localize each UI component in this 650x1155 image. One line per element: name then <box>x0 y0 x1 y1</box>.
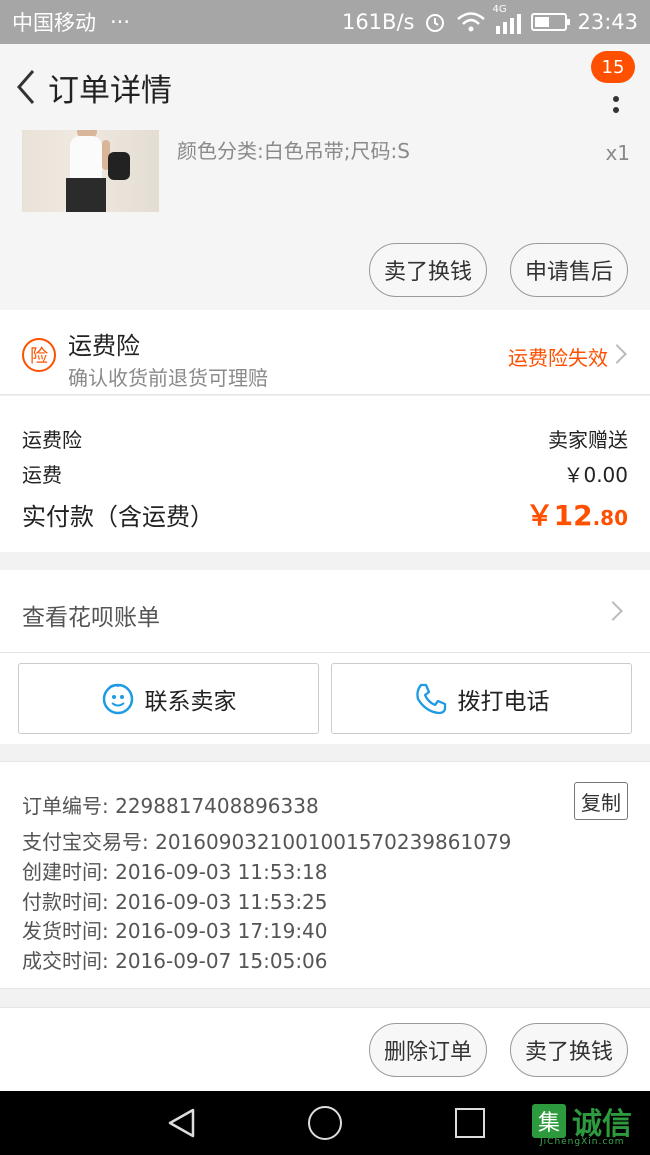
product-thumbnail[interactable] <box>22 130 159 212</box>
phone-icon <box>415 683 446 714</box>
total-paid-label: 实付款（含运费） <box>22 503 214 531</box>
watermark-logo: 集 <box>532 1104 566 1138</box>
net-speed: 161B/s <box>341 10 415 34</box>
huabei-bill-row[interactable]: 查看花呗账单 <box>0 570 650 653</box>
delete-order-button[interactable]: 删除订单 <box>369 1023 487 1077</box>
carrier-name: 中国移动 <box>12 11 96 35</box>
insurance-title: 运费险 <box>68 332 140 360</box>
chat-face-icon <box>102 683 133 714</box>
product-quantity: x1 <box>605 141 630 165</box>
clock: 23:43 <box>577 10 638 34</box>
sell-for-cash-button[interactable]: 卖了换钱 <box>369 243 487 297</box>
copy-button[interactable]: 复制 <box>574 782 628 820</box>
shipping-value: ￥0.00 <box>563 463 628 487</box>
order-info: 订单编号: 2298817408896338 复制 支付宝交易号: 201609… <box>0 761 650 989</box>
product-sku: 颜色分类:白色吊带;尺码:S <box>177 139 410 163</box>
completed-time: 成交时间: 2016-09-07 15:05:06 <box>22 949 328 973</box>
created-time: 创建时间: 2016-09-03 11:53:18 <box>22 860 328 884</box>
alarm-icon <box>426 14 445 32</box>
more-menu-icon[interactable] <box>612 84 620 114</box>
call-phone-button[interactable]: 拨打电话 <box>331 663 632 734</box>
contact-seller-label: 联系卖家 <box>144 688 237 715</box>
page-title: 订单详情 <box>48 72 172 109</box>
insurance-label: 运费险 <box>22 428 82 452</box>
insurance-subtitle: 确认收货前退货可理赔 <box>68 366 268 390</box>
chevron-right-icon <box>607 344 627 364</box>
notification-dots: ··· <box>110 10 131 34</box>
app-header: 订单详情 15 <box>0 44 650 130</box>
watermark-subtext: JiChengXin.com <box>540 1137 625 1147</box>
battery-icon <box>531 13 571 31</box>
insurance-value: 卖家赠送 <box>548 428 628 452</box>
shipping-label: 运费 <box>22 463 62 487</box>
alipay-trade-number: 支付宝交易号: 2016090321001001570239861079 <box>22 830 512 854</box>
insurance-status: 运费险失效 <box>508 346 608 370</box>
chevron-right-icon <box>603 601 623 621</box>
total-paid-value: ￥12.80 <box>525 499 628 532</box>
cost-summary: 运费险 卖家赠送 运费 ￥0.00 实付款（含运费） ￥12.80 <box>0 396 650 552</box>
call-phone-label: 拨打电话 <box>457 688 550 715</box>
order-number: 订单编号: 2298817408896338 <box>22 794 319 818</box>
status-bar: 中国移动 ··· 161B/s 4G 23:43 <box>0 0 650 44</box>
contact-actions: 联系卖家 拨打电话 <box>0 653 650 744</box>
sell-for-cash-button-bottom[interactable]: 卖了换钱 <box>510 1023 628 1077</box>
product-card[interactable]: 颜色分类:白色吊带;尺码:S x1 卖了换钱 申请售后 <box>0 125 650 310</box>
contact-seller-button[interactable]: 联系卖家 <box>18 663 319 734</box>
signal-icon: 4G <box>492 4 522 34</box>
nav-recent-apps-icon[interactable] <box>455 1108 485 1138</box>
back-arrow-icon[interactable] <box>4 57 48 117</box>
bottom-actions: 删除订单 卖了换钱 <box>0 1007 650 1091</box>
insurance-icon: 险 <box>22 338 56 372</box>
after-sale-button[interactable]: 申请售后 <box>510 243 628 297</box>
nav-home-icon[interactable] <box>308 1106 342 1140</box>
system-nav-bar: 集 诚信 JiChengXin.com <box>0 1091 650 1155</box>
shipping-insurance-row[interactable]: 险 运费险 确认收货前退货可理赔 运费险失效 <box>0 310 650 395</box>
huabei-label: 查看花呗账单 <box>22 605 160 631</box>
paid-time: 付款时间: 2016-09-03 11:53:25 <box>22 890 328 914</box>
message-badge: 15 <box>591 51 635 83</box>
network-type: 4G <box>492 4 507 15</box>
wifi-icon <box>457 12 486 32</box>
nav-back-icon[interactable] <box>166 1107 196 1139</box>
shipped-time: 发货时间: 2016-09-03 17:19:40 <box>22 919 328 943</box>
